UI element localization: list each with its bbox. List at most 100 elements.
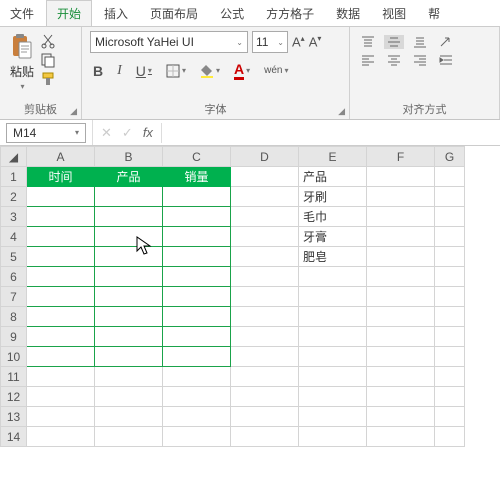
row-header[interactable]: 13: [1, 407, 27, 427]
menu-ffgz[interactable]: 方方格子: [256, 1, 324, 26]
cell[interactable]: [27, 347, 95, 367]
cell[interactable]: [163, 207, 231, 227]
menu-data[interactable]: 数据: [326, 1, 370, 26]
menu-file[interactable]: 文件: [4, 1, 44, 26]
cell[interactable]: [299, 407, 367, 427]
cell[interactable]: [27, 187, 95, 207]
menu-home[interactable]: 开始: [46, 0, 92, 26]
cell[interactable]: [435, 407, 465, 427]
row-header[interactable]: 1: [1, 167, 27, 187]
cell[interactable]: [163, 407, 231, 427]
cell[interactable]: [367, 247, 435, 267]
cell[interactable]: [231, 267, 299, 287]
cell[interactable]: [367, 227, 435, 247]
cell[interactable]: [163, 387, 231, 407]
cell[interactable]: [299, 347, 367, 367]
cell[interactable]: [27, 287, 95, 307]
cell[interactable]: [299, 287, 367, 307]
cell[interactable]: [95, 247, 163, 267]
cell[interactable]: [95, 227, 163, 247]
cell[interactable]: [231, 167, 299, 187]
row-header[interactable]: 14: [1, 427, 27, 447]
cell[interactable]: [163, 247, 231, 267]
cell[interactable]: [27, 247, 95, 267]
dialog-launcher-icon[interactable]: ◢: [70, 106, 77, 117]
underline-button[interactable]: U▾: [133, 61, 155, 81]
cell[interactable]: [367, 187, 435, 207]
menu-insert[interactable]: 插入: [94, 1, 138, 26]
menu-view[interactable]: 视图: [372, 1, 416, 26]
phonetic-button[interactable]: wén▾: [261, 63, 291, 78]
cell[interactable]: 肥皂: [299, 247, 367, 267]
cell[interactable]: [367, 427, 435, 447]
align-middle-icon[interactable]: [384, 35, 404, 49]
cell[interactable]: [299, 327, 367, 347]
cell[interactable]: [435, 307, 465, 327]
indent-icon[interactable]: [436, 53, 456, 67]
cell[interactable]: 产品: [95, 167, 163, 187]
col-header[interactable]: A: [27, 147, 95, 167]
cell[interactable]: [95, 327, 163, 347]
cell[interactable]: [435, 367, 465, 387]
menu-help[interactable]: 帮: [418, 1, 450, 26]
cell[interactable]: [435, 167, 465, 187]
paste-button[interactable]: 粘贴 ▾: [8, 31, 36, 93]
cell[interactable]: 毛巾: [299, 207, 367, 227]
cell[interactable]: [435, 227, 465, 247]
row-header[interactable]: 7: [1, 287, 27, 307]
font-name-select[interactable]: Microsoft YaHei UI⌄: [90, 31, 248, 53]
cell[interactable]: [435, 327, 465, 347]
dialog-launcher-icon[interactable]: ◢: [338, 106, 345, 117]
cell[interactable]: [231, 227, 299, 247]
cell[interactable]: [435, 187, 465, 207]
cell[interactable]: [27, 327, 95, 347]
select-all-corner[interactable]: ◢: [1, 147, 27, 167]
cell[interactable]: [231, 287, 299, 307]
border-button[interactable]: ▾: [163, 62, 189, 80]
row-header[interactable]: 5: [1, 247, 27, 267]
cancel-icon[interactable]: ✕: [101, 125, 112, 141]
cell[interactable]: [435, 267, 465, 287]
cell[interactable]: [95, 427, 163, 447]
row-header[interactable]: 6: [1, 267, 27, 287]
col-header[interactable]: G: [435, 147, 465, 167]
cell[interactable]: [299, 267, 367, 287]
cell[interactable]: [367, 327, 435, 347]
row-header[interactable]: 12: [1, 387, 27, 407]
cell[interactable]: [231, 407, 299, 427]
menu-layout[interactable]: 页面布局: [140, 1, 208, 26]
cell[interactable]: [163, 227, 231, 247]
cell[interactable]: [27, 387, 95, 407]
cell[interactable]: [367, 347, 435, 367]
cell[interactable]: [163, 427, 231, 447]
cell[interactable]: [95, 207, 163, 227]
cell[interactable]: [163, 367, 231, 387]
col-header[interactable]: B: [95, 147, 163, 167]
cell[interactable]: [95, 287, 163, 307]
cell[interactable]: [367, 207, 435, 227]
spreadsheet-grid[interactable]: ◢ A B C D E F G 1时间产品销量产品 2牙刷 3毛巾 4牙膏 5肥…: [0, 146, 500, 447]
bold-button[interactable]: B: [90, 61, 106, 81]
cell[interactable]: [95, 347, 163, 367]
cell[interactable]: [27, 307, 95, 327]
cell[interactable]: [231, 367, 299, 387]
cell[interactable]: [367, 267, 435, 287]
cell[interactable]: [95, 387, 163, 407]
cell[interactable]: [27, 227, 95, 247]
copy-icon[interactable]: [40, 52, 56, 68]
row-header[interactable]: 11: [1, 367, 27, 387]
cell[interactable]: [435, 207, 465, 227]
cell[interactable]: [367, 307, 435, 327]
cell[interactable]: [163, 307, 231, 327]
cell[interactable]: 产品: [299, 167, 367, 187]
col-header[interactable]: D: [231, 147, 299, 167]
cell[interactable]: [163, 287, 231, 307]
cell[interactable]: [231, 327, 299, 347]
row-header[interactable]: 4: [1, 227, 27, 247]
fill-color-button[interactable]: ▾: [197, 62, 223, 80]
cell[interactable]: 牙刷: [299, 187, 367, 207]
cell[interactable]: [299, 387, 367, 407]
font-size-select[interactable]: 11⌄: [252, 31, 288, 53]
cut-icon[interactable]: [40, 33, 56, 49]
row-header[interactable]: 9: [1, 327, 27, 347]
